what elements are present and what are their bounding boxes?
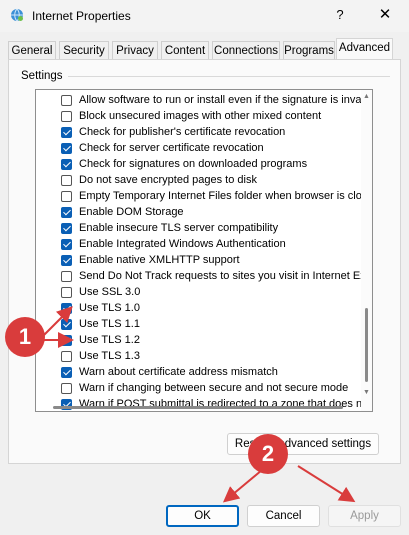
arrow-to-tls-10 bbox=[43, 306, 73, 336]
annotation-arrows bbox=[43, 306, 356, 503]
annotation-badge-2: 2 bbox=[248, 434, 288, 474]
arrow-to-ok bbox=[222, 469, 263, 503]
arrow-to-apply bbox=[297, 465, 356, 503]
annotation-badge-1: 1 bbox=[5, 317, 45, 357]
